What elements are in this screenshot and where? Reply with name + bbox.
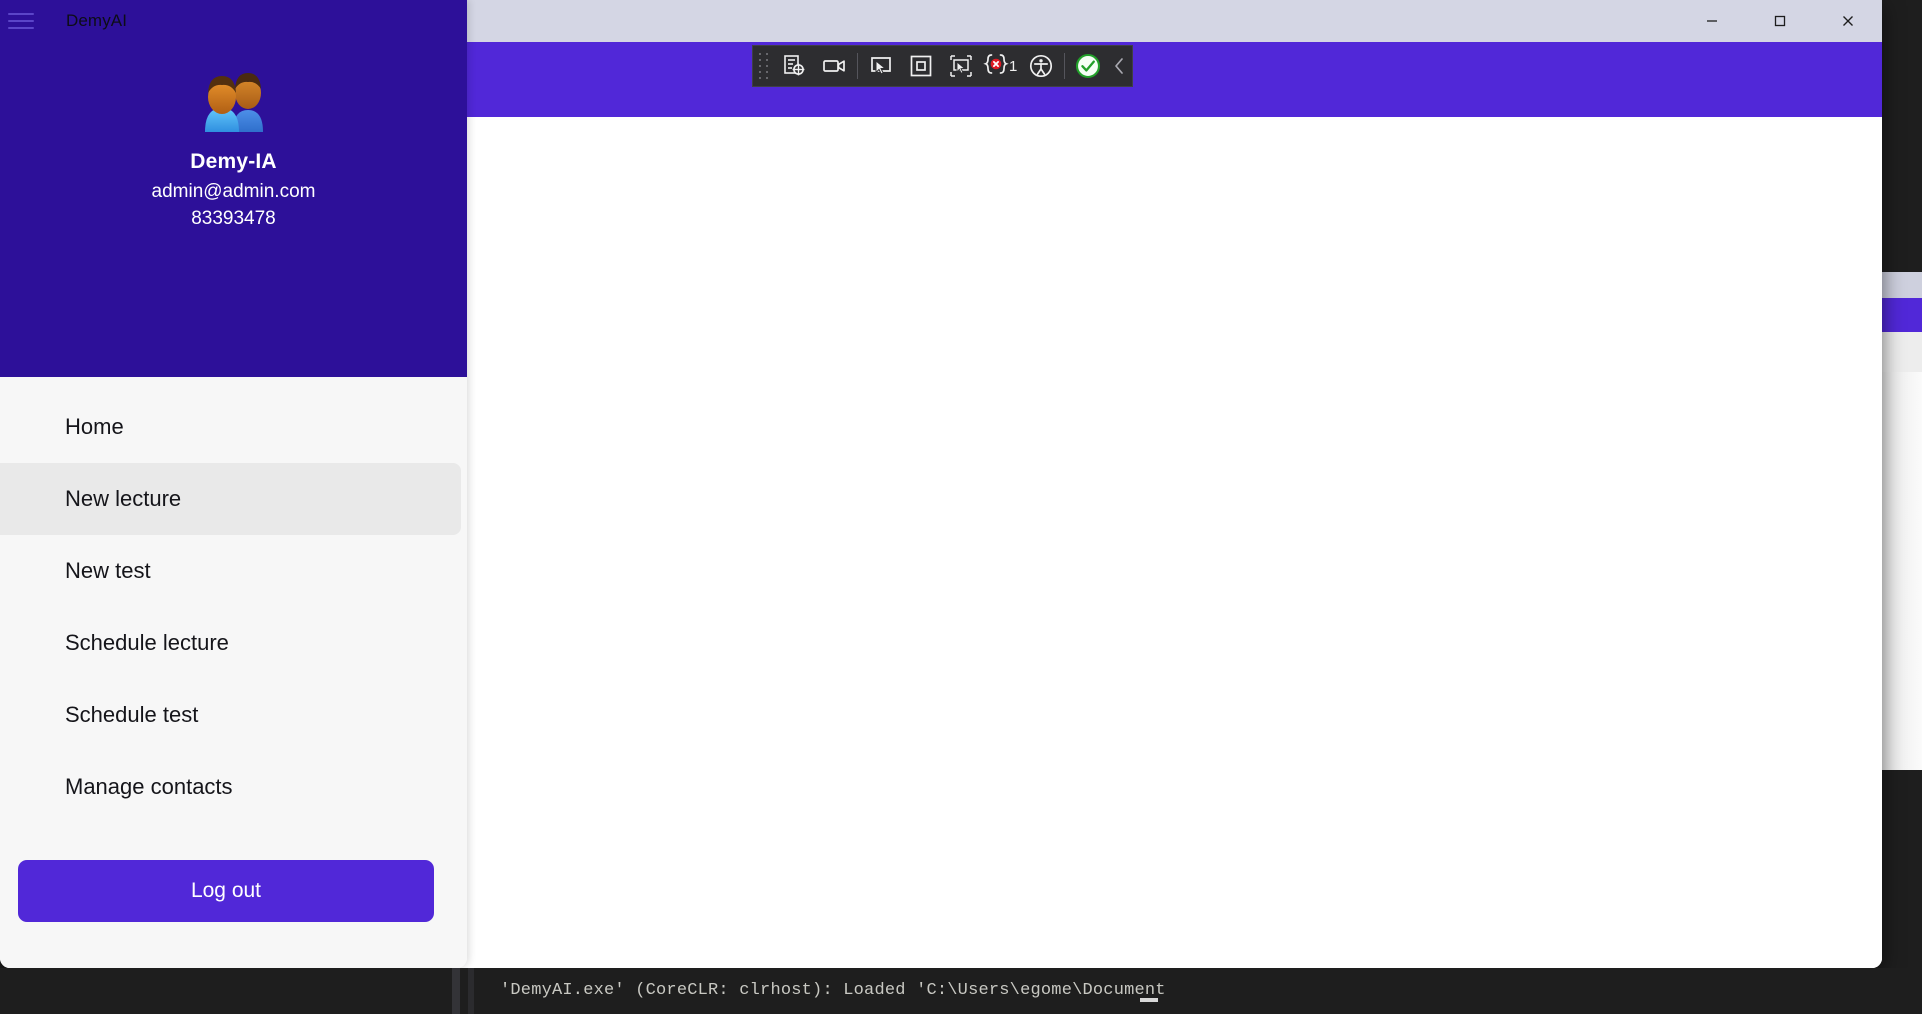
sidebar-header: DemyAI Demy-IA admin@admin.com 83393478 — [0, 0, 467, 377]
toolbar-separator — [1064, 53, 1066, 79]
sidebar-nav-list: Home New lecture New test Schedule lectu… — [0, 377, 467, 860]
vs-debug-toolbar[interactable]: 1 — [752, 45, 1134, 87]
debug-gutter-right — [468, 968, 474, 1014]
debug-gutter-left — [452, 968, 460, 1014]
sidebar-item-label: Manage contacts — [65, 774, 233, 799]
sidebar-item-schedule-lecture[interactable]: Schedule lecture — [0, 607, 461, 679]
minimize-icon — [1704, 13, 1720, 29]
app-title: DemyAI — [66, 11, 128, 30]
background-window-titlebar — [1882, 272, 1922, 298]
minimize-button[interactable] — [1678, 0, 1746, 42]
sidebar-item-label: New test — [65, 558, 151, 583]
sidebar-item-home[interactable]: Home — [0, 391, 461, 463]
drag-grip-handle[interactable] — [757, 49, 771, 83]
profile-email: admin@admin.com — [151, 180, 316, 202]
users-avatar-icon — [189, 60, 279, 134]
debug-output-caret — [1140, 998, 1158, 1002]
chevron-left-icon[interactable] — [1108, 48, 1130, 84]
close-button[interactable] — [1814, 0, 1882, 42]
sidebar-item-label: New lecture — [65, 486, 182, 511]
screen-root: DemyAI Demy-IA admin@admin.com 83393478 … — [0, 0, 1922, 1014]
sidebar-item-manage-contacts[interactable]: Manage contacts — [0, 751, 461, 823]
sidebar-item-new-lecture[interactable]: New lecture — [0, 463, 461, 535]
layout-box-icon[interactable] — [901, 48, 941, 84]
sidebar-item-label: Home — [65, 414, 124, 439]
sidebar-item-label: Schedule test — [65, 702, 199, 727]
logout-button[interactable]: Log out — [18, 860, 434, 922]
content-body-blank — [467, 117, 1882, 968]
content-header-bar — [467, 42, 1882, 117]
background-window-header — [1882, 298, 1922, 332]
close-icon — [1840, 13, 1856, 29]
debug-output-line: 'DemyAI.exe' (CoreCLR: clrhost): Loaded … — [500, 981, 1166, 1000]
pointer-capture-icon[interactable] — [941, 48, 981, 84]
select-element-icon[interactable] — [774, 48, 814, 84]
background-window-edge — [1882, 272, 1922, 372]
main-content-area — [467, 42, 1882, 968]
error-count-badge[interactable]: 1 — [981, 48, 1021, 84]
success-check-icon[interactable] — [1068, 48, 1108, 84]
user-profile: Demy-IA admin@admin.com 83393478 — [0, 60, 467, 233]
navigation-sidebar: DemyAI Demy-IA admin@admin.com 83393478 … — [0, 0, 467, 968]
profile-phone: 83393478 — [191, 208, 276, 230]
background-window-panel — [1882, 372, 1922, 770]
sidebar-footer: Log out — [0, 860, 467, 968]
record-video-icon[interactable] — [814, 48, 854, 84]
toolbar-separator — [857, 53, 858, 79]
accessibility-icon[interactable] — [1021, 48, 1061, 84]
pointer-screen-icon[interactable] — [861, 48, 901, 84]
debug-output-bar[interactable]: 'DemyAI.exe' (CoreCLR: clrhost): Loaded … — [0, 968, 1922, 1014]
sidebar-title-row: DemyAI — [0, 0, 467, 42]
sidebar-item-label: Schedule lecture — [65, 630, 229, 655]
error-count-value: 1 — [1009, 57, 1018, 75]
sidebar-item-new-test[interactable]: New test — [0, 535, 461, 607]
maximize-icon — [1772, 13, 1788, 29]
profile-name: Demy-IA — [190, 150, 277, 173]
maximize-button[interactable] — [1746, 0, 1814, 42]
hamburger-icon[interactable] — [8, 11, 34, 31]
background-window-body — [1882, 332, 1922, 372]
sidebar-item-schedule-test[interactable]: Schedule test — [0, 679, 461, 751]
application-window: DemyAI Demy-IA admin@admin.com 83393478 … — [0, 0, 1882, 968]
error-braces-icon — [983, 52, 1009, 80]
